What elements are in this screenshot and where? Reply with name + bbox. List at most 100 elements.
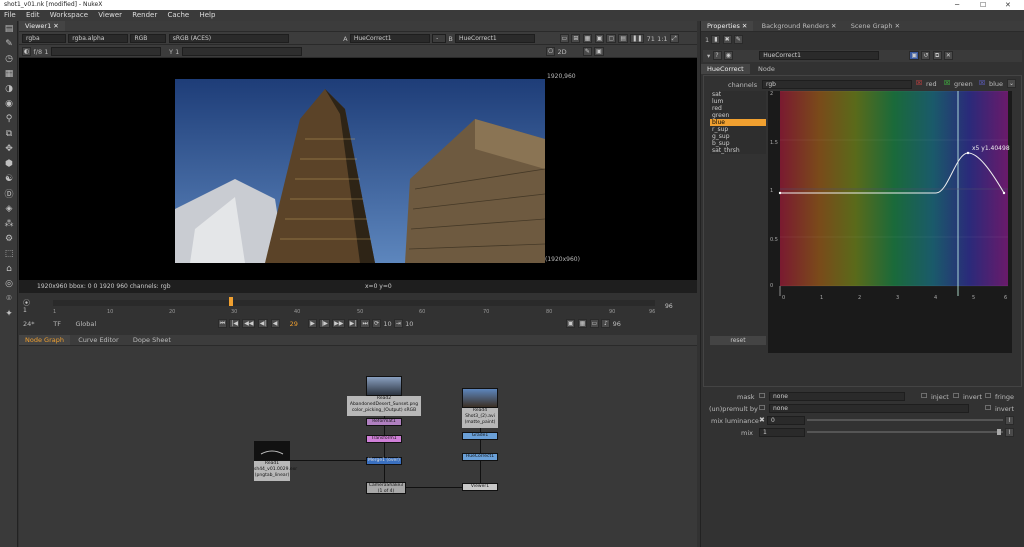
- tf-dropdown[interactable]: TF: [53, 320, 73, 328]
- invert-checkbox[interactable]: ☐: [953, 392, 959, 400]
- particles-nodes-icon[interactable]: ⁂: [0, 216, 18, 231]
- prev-key-button[interactable]: |◀: [229, 319, 240, 328]
- playhead[interactable]: [229, 297, 233, 306]
- timeline-track[interactable]: [53, 300, 655, 306]
- tab-properties[interactable]: Properties ✕: [701, 21, 754, 31]
- proxy-button[interactable]: ▤: [618, 34, 629, 43]
- flipbook-icon[interactable]: ▣: [565, 319, 576, 328]
- zoom-readout[interactable]: 71: [647, 35, 655, 43]
- curve-item-sat-thrsh[interactable]: sat_thrsh: [710, 147, 766, 154]
- transform-node[interactable]: Transform1: [366, 435, 402, 443]
- pause-button[interactable]: ❚❚: [630, 34, 645, 43]
- transform-nodes-icon[interactable]: ✥: [0, 141, 18, 156]
- timeline-end-field[interactable]: 96: [613, 320, 621, 328]
- tab-viewer1[interactable]: Viewer1 ✕: [19, 21, 65, 31]
- monitor-icon[interactable]: ▭: [589, 319, 600, 328]
- all-plugins-icon[interactable]: ✦: [0, 306, 18, 321]
- reset-button[interactable]: reset: [710, 336, 766, 345]
- mix-luminance-field[interactable]: 0: [767, 416, 805, 425]
- mask-overlay-button[interactable]: ▣: [594, 34, 605, 43]
- viewer-node[interactable]: Viewer1: [462, 483, 498, 491]
- prev-frame-button[interactable]: ◀|: [257, 319, 269, 328]
- lock-panel-icon[interactable]: ▮: [711, 35, 721, 44]
- picker-icon[interactable]: ▣: [594, 47, 604, 56]
- views-nodes-icon[interactable]: ☯: [0, 171, 18, 186]
- read1-thumbnail[interactable]: [254, 441, 290, 461]
- play-backward-button[interactable]: ◀: [270, 319, 280, 328]
- curve-point[interactable]: [778, 191, 782, 195]
- fps-dropdown[interactable]: 24*: [23, 320, 45, 328]
- clip-warning-button[interactable]: ▦: [582, 34, 593, 43]
- next-increment-button[interactable]: ▶▶: [332, 319, 346, 328]
- node-color-icon[interactable]: ◉: [723, 51, 733, 60]
- time-nodes-icon[interactable]: ◷: [0, 51, 18, 66]
- menu-file[interactable]: File: [4, 11, 16, 19]
- close-node-icon[interactable]: ✕: [943, 51, 953, 60]
- menu-edit[interactable]: Edit: [26, 11, 40, 19]
- filter-nodes-icon[interactable]: ◉: [0, 96, 18, 111]
- audio-icon[interactable]: ♪: [601, 319, 611, 328]
- curve-point[interactable]: [966, 151, 970, 155]
- wipe-dropdown[interactable]: -: [432, 34, 447, 43]
- deep-nodes-icon[interactable]: Ⓓ: [0, 186, 18, 201]
- curve-item-lum[interactable]: lum: [710, 98, 766, 105]
- overlay-button[interactable]: ⊞: [571, 34, 581, 43]
- mask-checkbox[interactable]: ☐: [759, 392, 765, 400]
- float-node-icon[interactable]: ⧉: [932, 51, 942, 60]
- prev-increment-button[interactable]: ◀◀: [242, 319, 256, 328]
- read4-thumbnail[interactable]: [462, 388, 498, 408]
- next-key-button[interactable]: ▶|: [347, 319, 359, 328]
- color-nodes-icon[interactable]: ◑: [0, 81, 18, 96]
- timeline-end[interactable]: 96: [665, 303, 673, 310]
- curve-item-r-sup[interactable]: r_sup: [710, 126, 766, 133]
- grade-node[interactable]: Grade1: [462, 432, 498, 440]
- rgb-dropdown[interactable]: RGB: [130, 34, 167, 43]
- display-dropdown[interactable]: sRGB (ACES): [168, 34, 289, 43]
- merge-node[interactable]: Merge1 (over): [366, 457, 402, 465]
- mix-anim-icon[interactable]: ⌇: [1005, 428, 1014, 437]
- blue-checkbox[interactable]: ☒: [979, 79, 985, 87]
- lock-button[interactable]: ▢: [606, 34, 617, 43]
- tab-scene-graph[interactable]: Scene Graph ✕: [845, 21, 906, 31]
- tab-huecorrect[interactable]: HueCorrect: [701, 64, 750, 74]
- tab-background-renders[interactable]: Background Renders ✕: [756, 21, 843, 31]
- channels-dropdown[interactable]: rgba: [22, 34, 66, 43]
- last-frame-button[interactable]: ⏭: [360, 319, 370, 328]
- curve-item-green[interactable]: green: [710, 112, 766, 119]
- roi-button[interactable]: ▭: [559, 34, 570, 43]
- read1-node[interactable]: Read1 sh44_v01.0029.exr (pngtab_linear): [254, 461, 297, 481]
- fstop-value[interactable]: 1: [44, 48, 48, 56]
- next-frame-button[interactable]: |▶: [319, 319, 330, 328]
- menu-render[interactable]: Render: [132, 11, 157, 19]
- draw-nodes-icon[interactable]: ✎: [0, 36, 18, 51]
- maximize-icon[interactable]: ☐: [980, 0, 986, 10]
- tab-node-graph[interactable]: Node Graph: [19, 335, 70, 345]
- close-icon[interactable]: ✕: [1005, 0, 1011, 10]
- gamma-value[interactable]: 1: [175, 48, 179, 56]
- curve-item-blue[interactable]: blue: [710, 119, 766, 126]
- increment-value[interactable]: 10: [383, 320, 391, 328]
- red-checkbox[interactable]: ☒: [916, 79, 922, 87]
- mix-luminance-checkbox[interactable]: ✖: [759, 416, 765, 424]
- tab-node[interactable]: Node: [752, 64, 781, 74]
- metadata-nodes-icon[interactable]: ◈: [0, 201, 18, 216]
- view-mode[interactable]: 2D: [558, 48, 567, 56]
- image-nodes-icon[interactable]: ▤: [0, 21, 18, 36]
- revert-icon[interactable]: ↺: [921, 51, 931, 60]
- tab-dope-sheet[interactable]: Dope Sheet: [127, 335, 177, 345]
- tab-curve-editor[interactable]: Curve Editor: [72, 335, 124, 345]
- premult-checkbox[interactable]: ☐: [759, 404, 765, 412]
- node-tile-icon[interactable]: ▣: [909, 51, 920, 60]
- menu-workspace[interactable]: Workspace: [50, 11, 88, 19]
- increment-value-2[interactable]: 10: [405, 320, 413, 328]
- read2-node[interactable]: Read2 AbandonedDesert_Sunset.png color_p…: [347, 396, 421, 416]
- camerashake-node[interactable]: CameraShake3 (1 of 4): [366, 482, 406, 494]
- loop-button[interactable]: ⟳: [372, 319, 382, 328]
- channels-value-dropdown[interactable]: rgb: [762, 80, 912, 89]
- float-icon[interactable]: ✎: [733, 35, 743, 44]
- timeline-start[interactable]: 1: [23, 307, 27, 314]
- paint-icon[interactable]: ✎: [582, 47, 592, 56]
- fringe-checkbox[interactable]: ☐: [985, 392, 991, 400]
- curve-graph[interactable]: 2 1.5 1 0.5 0 0 1 2 3 4 5 6 x5 y1.40498: [768, 90, 1012, 353]
- ocula-nodes-icon[interactable]: ⌾: [0, 291, 18, 306]
